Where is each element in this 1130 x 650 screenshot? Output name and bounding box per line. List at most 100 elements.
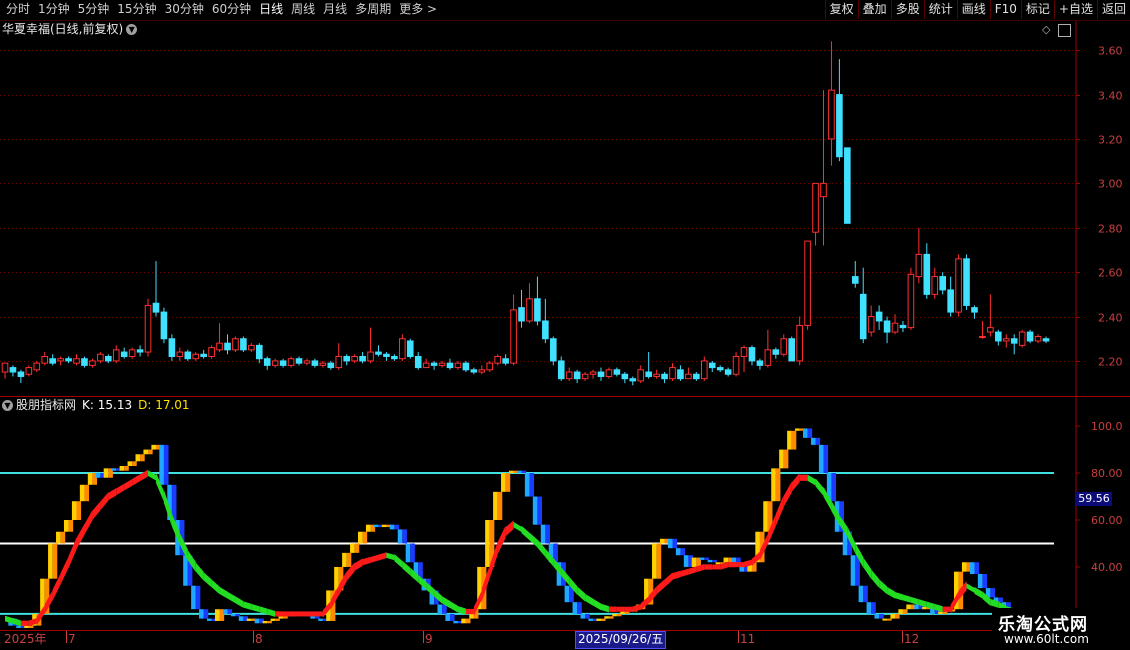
k-bar-right — [410, 543, 415, 563]
candle-body — [144, 304, 152, 353]
candle-body — [796, 324, 803, 362]
candle — [303, 358, 311, 366]
k-bar-left — [48, 543, 53, 579]
k-bar — [342, 552, 352, 567]
period-tab[interactable]: 1分钟 — [34, 0, 74, 20]
panel-maximize-icon[interactable] — [1058, 24, 1071, 37]
period-tab[interactable]: 多周期 — [351, 0, 395, 20]
k-bar — [143, 449, 153, 455]
k-bar — [818, 444, 829, 474]
k-bar — [405, 543, 415, 563]
candle-body — [430, 362, 438, 366]
period-tab[interactable]: 5分钟 — [74, 0, 114, 20]
dropdown-icon[interactable]: ▼ — [126, 24, 138, 35]
toolbar-button[interactable]: 返回 — [1096, 0, 1130, 19]
k-bar — [493, 491, 503, 520]
date-axis: 2025年 7 8 9 2025/09/26/五 11 12 — [0, 631, 1076, 650]
k-bar-right — [148, 449, 153, 455]
candle — [446, 358, 454, 370]
candle — [295, 356, 303, 366]
candle — [502, 354, 509, 366]
chart-canvas[interactable]: 2.202.402.602.803.003.203.403.60 20.0040… — [0, 0, 1130, 650]
candle-body — [581, 373, 589, 380]
price-tick-label: 2.80 — [1098, 223, 1123, 236]
candle — [693, 372, 700, 381]
period-tab[interactable]: 15分钟 — [113, 0, 160, 20]
candle — [605, 367, 613, 379]
toolbar-button[interactable]: 画线 — [956, 0, 990, 19]
ribbon-segment — [450, 601, 458, 613]
ribbon-segment — [140, 469, 149, 482]
price-tick-label: 3.20 — [1098, 134, 1123, 147]
k-bar-left — [71, 501, 77, 520]
candle-body — [1002, 338, 1010, 342]
price-panel-title[interactable]: 华夏幸福(日线,前复权) ▼ — [2, 21, 138, 37]
k-bar-left — [310, 616, 315, 619]
candle-body — [1018, 331, 1026, 346]
period-tab[interactable]: 30分钟 — [161, 0, 208, 20]
k-bar — [739, 566, 749, 572]
diamond-icon[interactable]: ◇ — [1042, 23, 1050, 36]
candle-body — [700, 360, 708, 380]
period-tab[interactable]: 周线 — [287, 0, 319, 20]
k-bar-right — [537, 496, 543, 525]
toolbar-button[interactable]: 叠加 — [857, 0, 891, 19]
k-bar-right — [807, 428, 813, 438]
candle-body — [49, 358, 56, 364]
dropdown-icon[interactable]: ▼ — [2, 400, 13, 411]
k-bar-left — [214, 609, 220, 621]
k-bar-right — [600, 618, 606, 621]
candle — [542, 298, 549, 344]
ribbon-segment — [656, 579, 665, 595]
k-bar-right — [402, 529, 407, 544]
period-tab[interactable]: 60分钟 — [208, 0, 255, 20]
candle — [49, 354, 56, 366]
toolbar-button[interactable]: 复权 — [824, 0, 858, 19]
candle — [391, 354, 398, 361]
k-bar-left — [691, 557, 697, 567]
watermark: 乐淘公式网 www.60lt.com — [992, 608, 1130, 650]
candle-body — [391, 355, 398, 360]
toolbar-button[interactable]: 统计 — [923, 0, 957, 19]
k-bar — [675, 548, 686, 556]
candle — [17, 369, 25, 384]
k-bar-left — [389, 524, 395, 530]
k-bar-left — [365, 524, 371, 532]
ribbon-segment — [600, 603, 609, 613]
indicator-ribbon — [5, 469, 1031, 627]
k-bar-left — [143, 449, 149, 455]
candle-body — [844, 147, 851, 224]
ribbon-segment — [585, 593, 594, 606]
k-bar-left — [604, 616, 609, 619]
candle — [979, 320, 986, 339]
k-bar — [199, 609, 209, 619]
ribbon-segment — [60, 556, 69, 585]
period-tab[interactable]: 分时 — [2, 0, 34, 20]
candle — [780, 334, 788, 357]
k-bar-right — [998, 597, 1003, 603]
period-tab[interactable]: 日线 — [255, 0, 287, 20]
k-bar-right — [895, 613, 900, 619]
indicator-name: 股朋指标网 — [16, 398, 77, 412]
k-bar — [56, 531, 66, 544]
candle — [851, 261, 859, 288]
period-tab[interactable]: 月线 — [319, 0, 351, 20]
ribbon-segment — [92, 501, 101, 520]
k-bar — [683, 555, 694, 567]
indicator-panel-title[interactable]: ▼ 股朋指标网 K: 15.13 D: 17.01 — [2, 397, 190, 413]
toolbar-button[interactable]: F10 — [989, 0, 1021, 19]
candle-body — [859, 293, 867, 340]
toolbar-button[interactable]: 标记 — [1020, 0, 1054, 19]
toolbar-button[interactable]: 多股 — [890, 0, 924, 19]
candle-body — [788, 338, 796, 362]
candle-body — [240, 338, 247, 351]
period-tab[interactable]: 更多 > — [395, 0, 441, 20]
k-bar-right — [656, 543, 662, 579]
toolbar-button[interactable]: +自选 — [1053, 0, 1097, 19]
ribbon-segment — [76, 523, 85, 549]
candle-body — [502, 358, 509, 364]
ribbon-segment — [608, 606, 617, 612]
k-bar-left — [373, 524, 379, 528]
candle-body — [383, 353, 390, 357]
ribbon-segment — [306, 611, 315, 617]
